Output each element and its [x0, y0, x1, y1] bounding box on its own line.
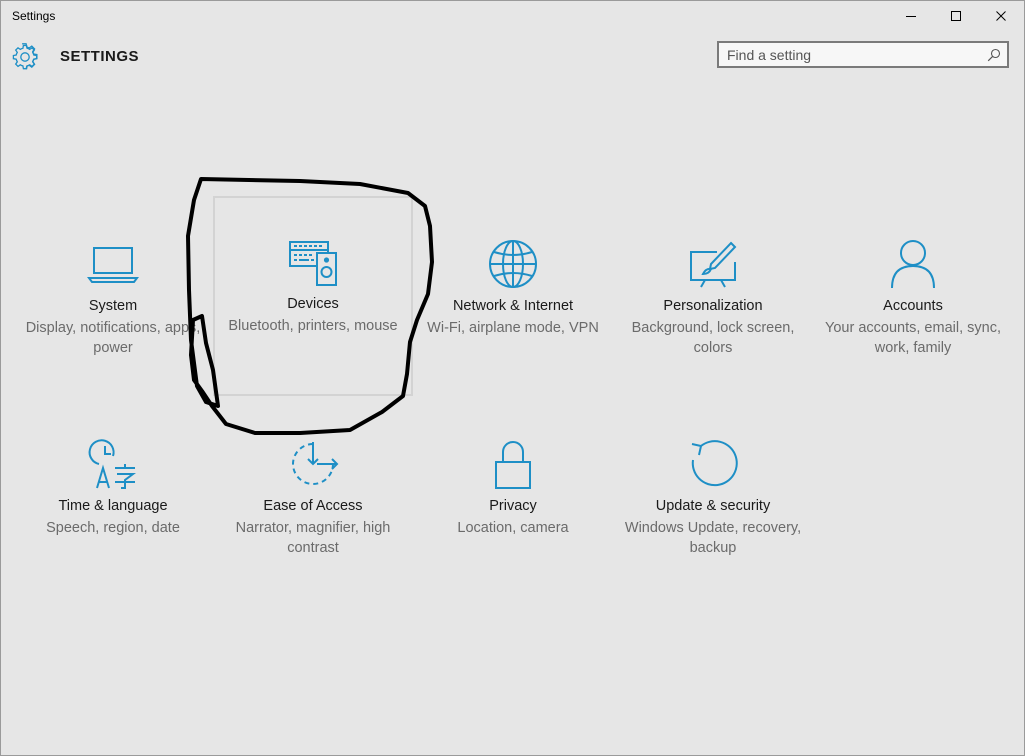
- search-icon[interactable]: [987, 48, 1001, 62]
- category-devices[interactable]: Devices Bluetooth, printers, mouse: [213, 196, 413, 396]
- category-description: Narrator, magnifier, high contrast: [235, 520, 391, 556]
- search-input[interactable]: [727, 46, 977, 64]
- category-name: Time & language: [58, 498, 168, 514]
- category-description: Background, lock screen, colors: [631, 320, 795, 356]
- category-name: Personalization: [663, 298, 763, 314]
- category-system[interactable]: System Display, notifications, apps, pow…: [13, 198, 213, 398]
- category-description: Speech, region, date: [46, 520, 180, 536]
- category-description: Display, notifications, apps, power: [25, 320, 201, 356]
- category-name: Accounts: [883, 298, 943, 314]
- minimize-button[interactable]: [888, 0, 934, 32]
- close-button[interactable]: [978, 0, 1024, 32]
- category-description: Wi-Fi, airplane mode, VPN: [427, 320, 599, 336]
- category-name: System: [88, 298, 138, 314]
- category-name: Network & Internet: [452, 298, 574, 314]
- category-time-language[interactable]: Time & language Speech, region, date: [13, 398, 213, 598]
- title-bar[interactable]: Settings: [0, 0, 1025, 32]
- maximize-button[interactable]: [933, 0, 979, 32]
- globe-icon: [489, 240, 537, 288]
- minimize-icon: [906, 16, 916, 17]
- page-title: SETTINGS: [60, 48, 140, 65]
- devices-icon: [289, 241, 337, 286]
- category-privacy[interactable]: Privacy Location, camera: [413, 398, 613, 598]
- maximize-icon: [951, 11, 961, 21]
- category-description: Bluetooth, printers, mouse: [228, 318, 398, 334]
- time-language-icon: [88, 439, 136, 489]
- update-icon: [691, 440, 738, 487]
- category-network-internet[interactable]: Network & Internet Wi-Fi, airplane mode,…: [413, 198, 613, 398]
- category-update-security[interactable]: Update & security Windows Update, recove…: [613, 398, 813, 598]
- settings-header: SETTINGS: [0, 38, 1025, 78]
- category-name: Update & security: [655, 498, 771, 514]
- category-name: Privacy: [489, 498, 537, 514]
- category-name: Devices: [287, 296, 339, 312]
- personalization-icon: [690, 241, 737, 288]
- window-title: Settings: [12, 9, 56, 23]
- category-description: Location, camera: [457, 520, 569, 536]
- category-personalization[interactable]: Personalization Background, lock screen,…: [613, 198, 813, 398]
- ease-of-access-icon: [292, 442, 339, 485]
- search-box[interactable]: [717, 41, 1009, 68]
- gear-icon: [12, 43, 38, 70]
- category-ease-of-access[interactable]: Ease of Access Narrator, magnifier, high…: [213, 398, 413, 598]
- person-icon: [891, 240, 935, 289]
- category-name: Ease of Access: [263, 498, 363, 514]
- close-icon: [996, 11, 1006, 21]
- category-description: Windows Update, recovery, backup: [624, 520, 802, 556]
- laptop-icon: [87, 247, 139, 283]
- category-description: Your accounts, email, sync, work, family: [825, 320, 1001, 356]
- category-accounts[interactable]: Accounts Your accounts, email, sync, wor…: [813, 198, 1013, 398]
- lock-icon: [495, 441, 531, 489]
